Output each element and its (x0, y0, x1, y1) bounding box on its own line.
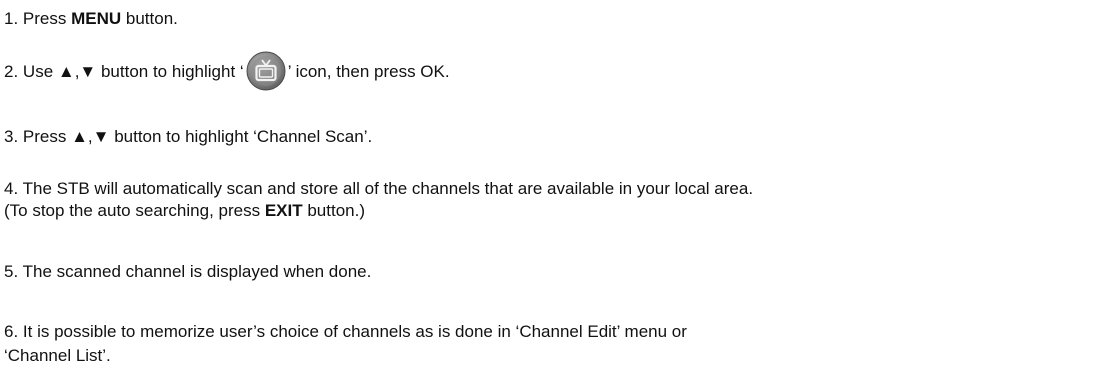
step-3: 3. Press ▲,▼ button to highlight ‘Channe… (4, 127, 372, 147)
step-number: 2. (4, 62, 19, 81)
step-text: The STB will automatically scan and stor… (22, 179, 754, 198)
step-number: 5. (4, 262, 19, 281)
step-text: The scanned channel is displayed when do… (22, 262, 372, 281)
step-text: Use ▲,▼ button to highlight ‘ (22, 62, 244, 81)
menu-button-label: MENU (71, 9, 122, 28)
step-number: 3. (4, 127, 19, 146)
step-6-line-2: ‘Channel List’. (4, 346, 111, 366)
step-4-line-1: 4. The STB will automatically scan and s… (4, 179, 753, 199)
step-text: button.) (302, 201, 365, 220)
tv-icon (246, 51, 286, 91)
step-text: ’ icon, then press OK. (287, 62, 450, 81)
step-1: 1. Press MENU button. (4, 9, 178, 29)
step-number: 6. (4, 322, 19, 341)
step-4-line-2: (To stop the auto searching, press EXIT … (4, 201, 365, 221)
exit-button-label: EXIT (264, 201, 303, 220)
step-number: 1. (4, 9, 19, 28)
step-text: It is possible to memorize user’s choice… (22, 322, 687, 341)
step-number: 4. (4, 179, 19, 198)
step-2: 2. Use ▲,▼ button to highlight ‘ ’ icon,… (4, 51, 450, 91)
step-6-line-1: 6. It is possible to memorize user’s cho… (4, 322, 687, 342)
step-text: ‘Channel List’. (4, 346, 111, 365)
step-text: (To stop the auto searching, press (4, 201, 265, 220)
step-text: Press (22, 9, 72, 28)
step-text: button. (121, 9, 178, 28)
step-5: 5. The scanned channel is displayed when… (4, 262, 371, 282)
step-text: Press ▲,▼ button to highlight ‘Channel S… (22, 127, 373, 146)
